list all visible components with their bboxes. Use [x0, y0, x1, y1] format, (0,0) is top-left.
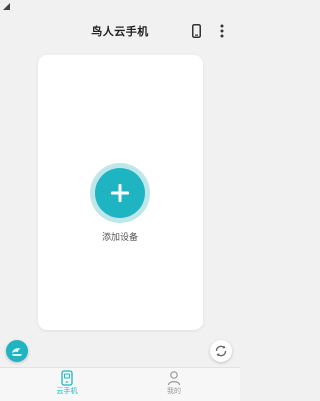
status-bar — [0, 0, 240, 14]
app-logo-icon[interactable] — [6, 340, 28, 362]
bottom-nav: 云手机 我的 — [0, 367, 240, 401]
nav-mine[interactable]: 我的 — [144, 370, 204, 400]
add-device-button[interactable] — [90, 163, 150, 223]
nav-cloud-phone-label: 云手机 — [56, 387, 78, 395]
signal-icon — [3, 3, 10, 10]
add-button-core — [95, 168, 145, 218]
page-title: 鸟人云手机 — [91, 25, 149, 38]
cloud-phone-icon — [61, 370, 73, 386]
nav-cloud-phone[interactable]: 云手机 — [37, 370, 97, 400]
more-vertical-icon[interactable] — [214, 22, 230, 40]
add-device-label: 添加设备 — [101, 233, 138, 243]
phone-icon[interactable] — [188, 22, 204, 40]
app-header: 鸟人云手机 — [0, 14, 240, 48]
refresh-icon[interactable] — [210, 340, 232, 362]
plus-icon — [111, 184, 129, 202]
nav-mine-label: 我的 — [167, 387, 181, 395]
person-icon — [167, 371, 181, 386]
